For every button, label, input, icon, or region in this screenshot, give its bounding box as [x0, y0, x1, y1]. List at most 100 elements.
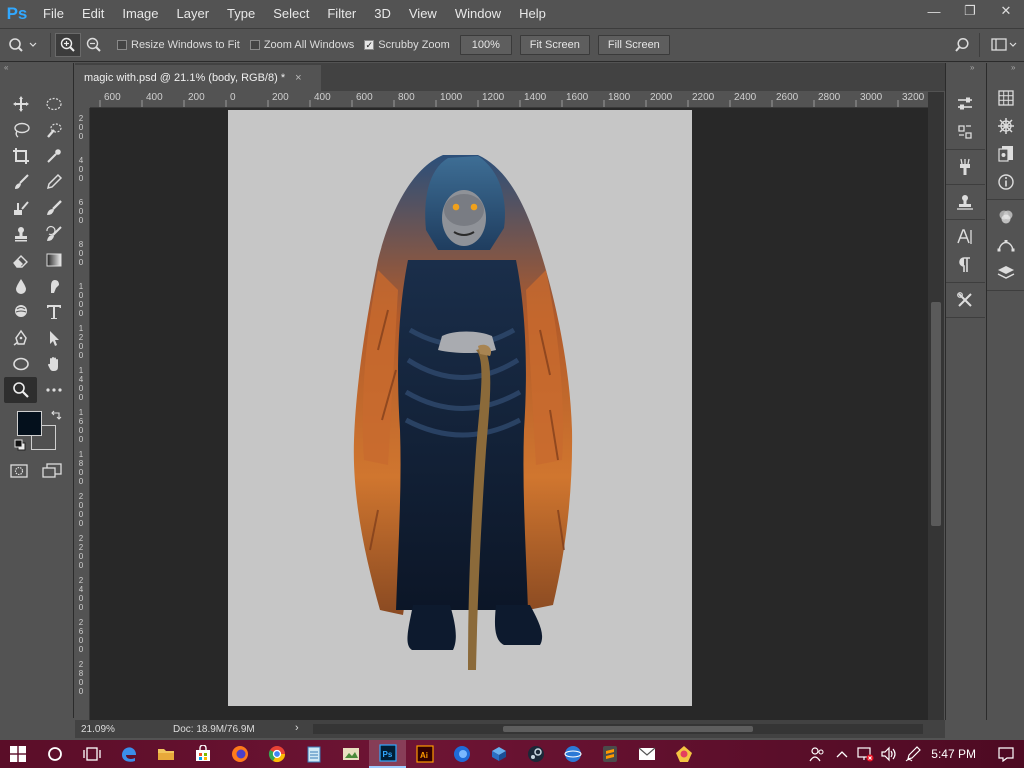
menu-view[interactable]: View — [400, 0, 446, 28]
path-selection-icon[interactable] — [37, 325, 70, 351]
menu-help[interactable]: Help — [510, 0, 555, 28]
chrome-icon[interactable] — [258, 740, 295, 768]
pasteboard[interactable] — [90, 108, 928, 720]
close-button[interactable]: ✕ — [988, 0, 1024, 22]
sublime-text-icon[interactable] — [591, 740, 628, 768]
clone-source-icon[interactable] — [946, 188, 984, 216]
lasso-tool-icon[interactable] — [4, 117, 37, 143]
eyedropper-icon[interactable] — [37, 143, 70, 169]
fit-screen-button[interactable]: Fit Screen — [519, 35, 590, 55]
task-view-icon[interactable] — [73, 740, 110, 768]
move-tool-icon[interactable] — [4, 91, 37, 117]
document-tab[interactable]: magic with.psd @ 21.1% (body, RGB/8) * × — [75, 65, 321, 91]
menu-file[interactable]: File — [34, 0, 73, 28]
menu-window[interactable]: Window — [446, 0, 510, 28]
collapse-panels-icon[interactable]: » — [946, 63, 985, 73]
menu-type[interactable]: Type — [218, 0, 264, 28]
zoom-out-icon[interactable] — [81, 33, 107, 57]
elliptical-marquee-icon[interactable] — [37, 91, 70, 117]
ellipse-shape-icon[interactable] — [4, 351, 37, 377]
show-hidden-icons-icon[interactable] — [831, 740, 853, 768]
pen-workspace-icon[interactable] — [901, 740, 925, 768]
swap-colors-icon[interactable] — [50, 409, 62, 421]
screen-mode-icon[interactable] — [42, 463, 66, 481]
paint-app-icon[interactable] — [665, 740, 702, 768]
stamp-tool-icon[interactable] — [4, 221, 37, 247]
ruler-origin[interactable] — [75, 92, 90, 108]
history-brush-icon[interactable] — [37, 221, 70, 247]
restore-button[interactable]: ❐ — [952, 0, 988, 22]
windows-start-icon[interactable] — [0, 740, 36, 768]
zoom-tool-icon[interactable] — [4, 377, 37, 403]
properties-panel-icon[interactable] — [946, 90, 984, 118]
brushes-panel-icon[interactable] — [946, 153, 984, 181]
navigator-panel-icon[interactable] — [987, 112, 1024, 140]
close-document-icon[interactable]: × — [295, 72, 301, 84]
zoom-in-icon[interactable] — [55, 33, 81, 57]
clone-stamp-icon[interactable] — [4, 195, 37, 221]
menu-edit[interactable]: Edit — [73, 0, 113, 28]
store-icon[interactable] — [184, 740, 221, 768]
channels-panel-icon[interactable] — [987, 203, 1024, 231]
zoom-level[interactable]: 21.09% — [81, 724, 121, 735]
status-menu-arrow-icon[interactable]: › — [295, 722, 299, 734]
gradient-tool-icon[interactable] — [37, 247, 70, 273]
quick-selection-icon[interactable] — [37, 117, 70, 143]
document-canvas[interactable] — [228, 110, 692, 706]
fill-screen-button[interactable]: Fill Screen — [597, 35, 670, 55]
zoom-all-windows-checkbox[interactable] — [249, 40, 260, 50]
vertical-scrollbar[interactable] — [928, 92, 944, 720]
scrubby-zoom-option[interactable]: ✓ Scrubby Zoom — [364, 39, 450, 51]
character-panel-icon[interactable] — [946, 223, 984, 251]
pen-tool-icon[interactable] — [4, 325, 37, 351]
search-icon[interactable] — [949, 33, 975, 57]
cortana-search-icon[interactable] — [36, 740, 73, 768]
swatches-panel-icon[interactable] — [987, 84, 1024, 112]
browser-app-icon[interactable] — [554, 740, 591, 768]
horizontal-scrollbar[interactable] — [313, 724, 923, 734]
photoshop-taskbar-icon[interactable]: Ps — [369, 740, 406, 768]
illustrator-icon[interactable]: Ai — [406, 740, 443, 768]
quick-mask-icon[interactable] — [10, 463, 30, 481]
people-icon[interactable] — [803, 740, 831, 768]
tool-presets-icon[interactable] — [946, 286, 984, 314]
info-panel-icon[interactable] — [987, 168, 1024, 196]
pencil-tool-icon[interactable] — [37, 169, 70, 195]
zoom-tool-preset-icon[interactable] — [0, 33, 46, 57]
eraser-tool-icon[interactable] — [4, 247, 37, 273]
paths-panel-icon[interactable] — [987, 231, 1024, 259]
smudge-tool-icon[interactable] — [37, 273, 70, 299]
menu-image[interactable]: Image — [113, 0, 167, 28]
collapse-tools-icon[interactable]: « — [0, 63, 73, 73]
layers-panel-icon[interactable] — [987, 259, 1024, 287]
more-tools-icon[interactable] — [37, 377, 70, 403]
zoom-100-button[interactable]: 100% — [459, 35, 512, 55]
edge-browser-icon[interactable] — [110, 740, 147, 768]
mail-icon[interactable] — [628, 740, 665, 768]
horizontal-scroll-thumb[interactable] — [503, 726, 753, 732]
libraries-panel-icon[interactable] — [987, 140, 1024, 168]
foreground-color-swatch[interactable] — [17, 411, 42, 436]
menu-layer[interactable]: Layer — [168, 0, 219, 28]
crop-tool-icon[interactable] — [4, 143, 37, 169]
volume-icon[interactable] — [877, 740, 901, 768]
taskbar-clock[interactable]: 5:47 PM — [931, 747, 976, 761]
visual-studio-icon[interactable] — [480, 740, 517, 768]
hand-tool-icon[interactable] — [37, 351, 70, 377]
vertical-scroll-thumb[interactable] — [931, 302, 941, 526]
brush-tool-icon[interactable] — [4, 169, 37, 195]
photo-app-icon[interactable] — [332, 740, 369, 768]
mixer-brush-icon[interactable] — [37, 195, 70, 221]
horizontal-ruler[interactable]: 600 400 200 0 200 400 600 800 1000 1200 … — [90, 92, 928, 108]
firefox-developer-icon[interactable] — [443, 740, 480, 768]
paragraph-panel-icon[interactable] — [946, 251, 984, 279]
steam-icon[interactable] — [517, 740, 554, 768]
menu-3d[interactable]: 3D — [365, 0, 400, 28]
resize-windows-checkbox[interactable] — [117, 40, 127, 50]
default-colors-icon[interactable] — [14, 439, 26, 451]
network-status-icon[interactable] — [853, 740, 877, 768]
type-tool-icon[interactable] — [37, 299, 70, 325]
scrubby-zoom-checkbox[interactable]: ✓ — [364, 40, 375, 50]
menu-select[interactable]: Select — [264, 0, 318, 28]
resize-windows-option[interactable]: Resize Windows to Fit — [117, 39, 240, 51]
